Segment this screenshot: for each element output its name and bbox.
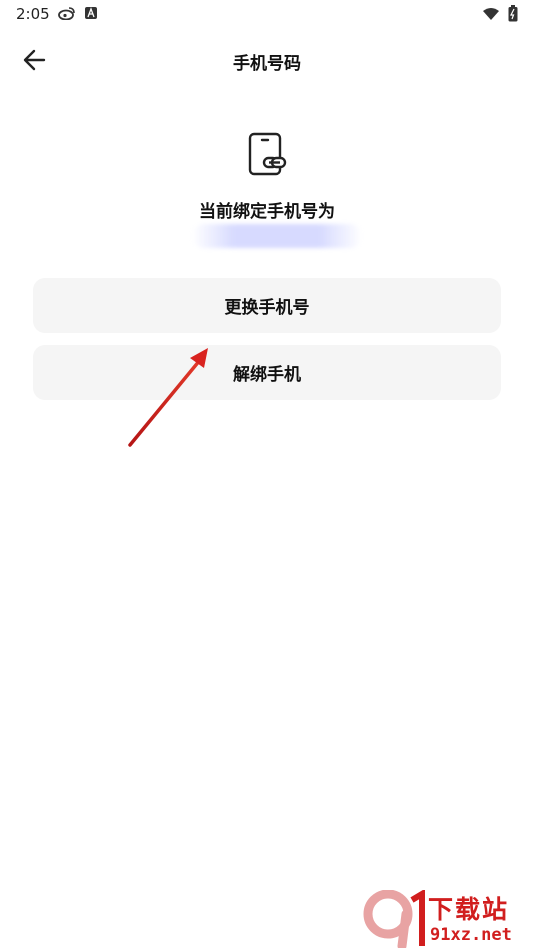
status-right-icons xyxy=(482,5,518,22)
bound-phone-number-blurred xyxy=(192,224,362,248)
change-phone-button[interactable]: 更换手机号 xyxy=(33,278,501,333)
battery-icon xyxy=(508,5,518,22)
watermark: 下载站 91xz.net xyxy=(362,888,534,950)
status-bar: 2:05 xyxy=(0,0,534,28)
unbind-phone-button[interactable]: 解绑手机 xyxy=(33,345,501,400)
wifi-icon xyxy=(482,7,500,21)
watermark-logo-icon xyxy=(363,890,425,948)
status-left-icons xyxy=(58,6,97,20)
header: 手机号码 xyxy=(0,40,534,80)
page-title: 手机号码 xyxy=(233,54,301,74)
screen: 2:05 手机号码 当前绑定手机号为 更换手机号 解绑手机 下载站 91xz.n… xyxy=(0,0,534,950)
bind-label: 当前绑定手机号为 xyxy=(199,202,335,222)
watermark-text-top: 下载站 xyxy=(428,895,510,924)
status-time: 2:05 xyxy=(16,5,50,23)
weibo-icon xyxy=(58,6,76,20)
a-notification-icon xyxy=(85,7,97,19)
phone-link-icon xyxy=(247,132,287,176)
watermark-text-bottom: 91xz.net xyxy=(430,925,512,945)
